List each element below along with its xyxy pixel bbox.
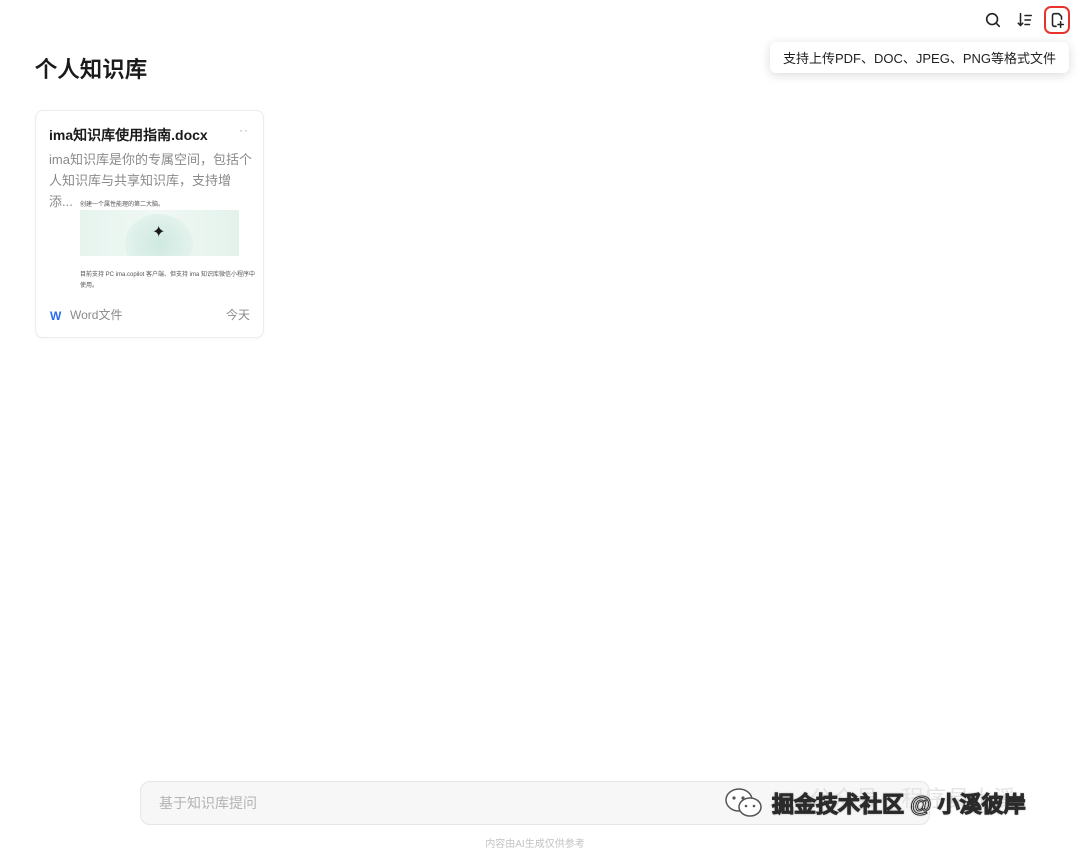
upload-file-icon (1051, 12, 1065, 28)
more-options-icon[interactable]: ·· (239, 123, 249, 137)
upload-tooltip: 支持上传PDF、DOC、JPEG、PNG等格式文件 (769, 42, 1069, 73)
page-title: 个人知识库 (35, 57, 148, 82)
sort-button[interactable] (1012, 7, 1038, 33)
search-icon (985, 12, 1001, 28)
document-card[interactable]: ima知识库使用指南.docx ·· ima知识库是你的专属空间，包括个人知识库… (35, 110, 264, 338)
preview-image: ✦ (80, 210, 239, 256)
sparkle-icon: ✦ (152, 224, 166, 241)
ai-disclaimer: 内容由AI生成仅供参考 (485, 839, 585, 850)
wechat-icon (725, 788, 762, 817)
upload-file-button[interactable] (1044, 6, 1070, 34)
file-date: 今天 (225, 308, 250, 322)
preview-text-line: 创建一个属性能理的第二大脑。 (80, 202, 165, 208)
file-type-label: Word文件 (70, 308, 123, 322)
word-icon: W (50, 309, 62, 323)
watermark: 掘金技术社区 @ 小溪彼岸 (724, 786, 1026, 820)
top-toolbar (980, 6, 1070, 34)
sort-icon (1017, 12, 1033, 27)
search-button[interactable] (980, 7, 1006, 33)
preview-text-line: 目前支持 PC ima.copilot 客户端、但支持 ima 知识库微信小程序… (80, 272, 256, 278)
watermark-text: 掘金技术社区 @ 小溪彼岸 (772, 792, 1027, 818)
preview-text-line: 使用。 (80, 283, 99, 289)
card-title: ima知识库使用指南.docx (49, 127, 208, 143)
